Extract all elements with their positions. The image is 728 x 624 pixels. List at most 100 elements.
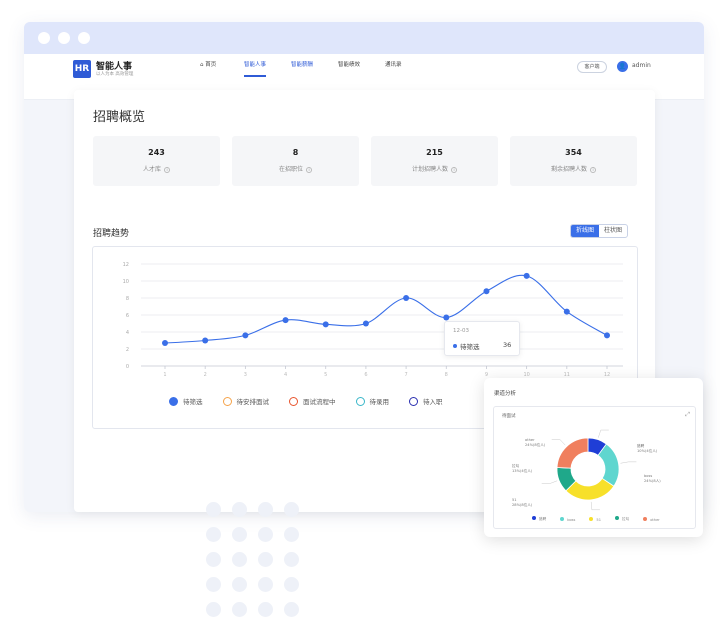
- chart-tooltip: 12-03 待筛选 36: [444, 321, 520, 356]
- donut-legend-marker: [560, 516, 565, 521]
- data-point[interactable]: [563, 308, 570, 315]
- y-tick-label: 12: [123, 262, 129, 268]
- data-point[interactable]: [202, 337, 209, 344]
- slice-label: other 24%(8位人): [525, 438, 546, 447]
- channel-chart: 待面试 ⤢ 猎聘 10%(4位人) boss 24%(8人) 51 28%(8位人)…: [493, 406, 696, 529]
- y-tick-label: 6: [126, 313, 129, 319]
- nav-contacts[interactable]: 通讯录: [385, 54, 402, 77]
- window-dot[interactable]: [58, 32, 70, 44]
- legend-item[interactable]: 面试流程中: [289, 396, 336, 406]
- donut-legend-item[interactable]: 猎聘: [532, 516, 546, 522]
- channel-card: 渠道分析 待面试 ⤢ 猎聘 10%(4位人) boss 24%(8人) 51 28%…: [484, 378, 703, 537]
- donut-legend-label: 猎聘: [539, 517, 547, 521]
- donut-legend-item[interactable]: 51: [589, 516, 601, 522]
- donut-legend-label: 51: [596, 517, 601, 522]
- series-line: [164, 274, 608, 344]
- x-tick-label: 7: [404, 372, 407, 378]
- toggle-line[interactable]: 折线图: [571, 225, 600, 237]
- x-tick-label: 5: [324, 372, 327, 378]
- legend-label: 面试流程中: [303, 398, 336, 406]
- toggle-bar[interactable]: 柱状图: [599, 225, 627, 237]
- legend-label: 待入职: [423, 398, 443, 406]
- data-point[interactable]: [523, 272, 530, 279]
- x-tick-label: 6: [364, 372, 367, 378]
- slice-leader-line: [541, 480, 558, 484]
- slice-label: 51 28%(8位人): [512, 498, 533, 507]
- slice-leader-line: [590, 501, 600, 511]
- data-point[interactable]: [403, 295, 410, 301]
- tooltip-value: 36: [503, 341, 512, 349]
- brand-tagline: 以人为本 高效管理: [96, 72, 134, 77]
- legend-label: 待安排面试: [236, 398, 270, 406]
- nav-hr[interactable]: 智能人事: [244, 54, 267, 77]
- window-titlebar: [24, 22, 704, 54]
- legend-marker: [169, 396, 178, 406]
- legend-item[interactable]: 待安排面试: [222, 396, 270, 406]
- stat-card: 354 剩余招聘人数 i: [510, 136, 637, 186]
- x-tick-label: 3: [244, 372, 247, 378]
- legend-label: 待录用: [369, 398, 390, 406]
- chart-legend: 待筛选 待安排面试 面试流程中 待录用 待入职: [169, 396, 463, 406]
- slice-label: boss 24%(8人): [644, 474, 661, 483]
- x-tick-label: 4: [284, 372, 287, 378]
- client-button[interactable]: 客户端: [577, 61, 607, 73]
- info-icon[interactable]: i: [451, 166, 457, 173]
- username[interactable]: admin: [632, 62, 651, 69]
- tooltip-date: 12-03: [453, 328, 469, 334]
- nav-home[interactable]: ⌂ 首页: [200, 54, 216, 77]
- avatar[interactable]: 👤: [617, 61, 628, 72]
- data-point[interactable]: [322, 321, 329, 328]
- data-point[interactable]: [604, 332, 610, 339]
- decorative-dots: [206, 502, 299, 617]
- x-tick-label: 9: [485, 372, 488, 378]
- stat-value: 8: [292, 148, 299, 157]
- info-icon[interactable]: i: [164, 166, 170, 173]
- donut-legend-item[interactable]: 拉勾: [615, 516, 629, 522]
- stat-value: 215: [426, 148, 443, 157]
- data-point[interactable]: [242, 332, 249, 339]
- donut-legend-label: other: [650, 517, 660, 522]
- window-dot[interactable]: [78, 32, 90, 44]
- donut-legend-label: boss: [567, 517, 576, 522]
- data-point[interactable]: [162, 340, 168, 347]
- stat-label: 计划招聘人数: [411, 166, 448, 173]
- legend-label: 待筛选: [183, 398, 203, 406]
- slice-leader-line: [620, 461, 637, 464]
- nav-performance[interactable]: 智能绩效: [338, 54, 360, 77]
- y-tick-label: 8: [126, 296, 129, 302]
- legend-item[interactable]: 待入职: [409, 396, 443, 406]
- donut-legend-item[interactable]: boss: [560, 516, 576, 522]
- info-icon[interactable]: i: [306, 166, 312, 173]
- data-point[interactable]: [362, 320, 369, 327]
- data-point[interactable]: [443, 314, 450, 321]
- slice-label: 拉勾 13%(4位人): [512, 464, 533, 473]
- stat-label: 在招职位: [278, 166, 303, 173]
- legend-item[interactable]: 待筛选: [169, 396, 203, 406]
- donut-slice[interactable]: [556, 437, 589, 469]
- trend-title: 招聘趋势: [93, 229, 130, 239]
- window-dot[interactable]: [38, 32, 50, 44]
- stat-card: 215 计划招聘人数 i: [371, 136, 498, 186]
- donut-legend-marker: [615, 516, 619, 520]
- legend-marker: [222, 396, 232, 406]
- data-point[interactable]: [282, 317, 289, 324]
- stat-label: 人才库: [142, 166, 161, 173]
- overview-title: 招聘概览: [93, 110, 146, 125]
- nav-payroll[interactable]: 智能薪酬: [291, 54, 313, 77]
- donut-legend: 猎聘 boss 51 拉勾 other: [532, 516, 674, 522]
- stage: HR 智能人事 以人为本 高效管理 ⌂ 首页 智能人事 智能薪酬 智能绩效 通讯…: [0, 0, 728, 624]
- donut-legend-item[interactable]: other: [643, 516, 660, 522]
- info-icon[interactable]: i: [590, 166, 596, 173]
- x-tick-label: 1: [163, 372, 166, 378]
- stat-value: 354: [565, 148, 582, 157]
- legend-marker: [409, 396, 418, 406]
- legend-item[interactable]: 待录用: [355, 396, 390, 406]
- donut-legend-marker: [589, 516, 594, 521]
- data-point[interactable]: [483, 288, 490, 295]
- channel-title: 渠道分析: [494, 391, 517, 397]
- legend-marker: [289, 396, 298, 406]
- donut-legend-marker: [532, 516, 536, 520]
- stat-card: 243 人才库 i: [93, 136, 220, 186]
- chart-type-toggle: 折线图 柱状图: [570, 224, 629, 238]
- y-tick-label: 4: [126, 330, 129, 336]
